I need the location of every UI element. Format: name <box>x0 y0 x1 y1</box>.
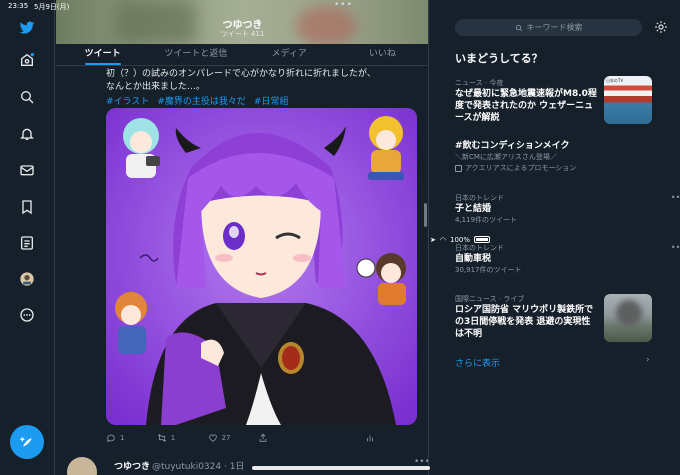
tweet-media-image[interactable] <box>106 108 417 425</box>
profile-tweet-count: ツイート 411 <box>220 30 265 38</box>
notifications-bell-icon[interactable] <box>17 124 37 144</box>
hashtag-link[interactable]: #日常組 <box>254 94 289 107</box>
status-bar: 23:35 5月9日(月) ••• ➤ ◠ 100% <box>0 0 680 244</box>
retweet-count: 1 <box>170 434 176 442</box>
battery-percent: 100% <box>449 235 470 244</box>
profile-tabs: ツイート ツイートと返信 メディア いいね <box>56 44 428 66</box>
twitter-logo-icon[interactable] <box>17 18 37 38</box>
retweet-icon <box>157 434 166 442</box>
tab-tweets[interactable]: ツイート <box>56 44 149 65</box>
profile-timeline: つゆつき ツイート 411 ツイート ツイートと返信 メディア いいね 初（？）… <box>56 0 429 475</box>
home-indicator[interactable] <box>252 466 430 470</box>
next-tweet-handle: @tuyutuki0324 · 1日 <box>152 462 245 472</box>
wifi-icon: ◠ <box>439 235 446 244</box>
battery-icon <box>474 236 490 243</box>
like-count: 27 <box>221 434 231 442</box>
tab-media[interactable]: メディア <box>243 44 336 65</box>
tweet-actions: 1 1 27 <box>106 432 416 444</box>
anime-illustration-image <box>106 108 417 425</box>
tab-tweets-and-replies[interactable]: ツイートと返信 <box>149 44 242 65</box>
tweet-text-line: 初（？）の試みのオンパレードで心がかなり折れに折れましたが、 <box>106 69 376 79</box>
status-right: ➤ ◠ 100% <box>430 2 680 475</box>
reply-count: 1 <box>120 434 125 442</box>
retweet-button[interactable]: 1 <box>157 432 208 444</box>
screen: 23:35 5月9日(月) ••• ➤ ◠ 100% つゆつき ツイート 411… <box>0 0 680 475</box>
heart-icon <box>208 434 217 442</box>
location-icon: ➤ <box>430 235 436 244</box>
hashtag-link[interactable]: #イラスト <box>106 94 149 107</box>
lists-icon[interactable] <box>17 233 37 253</box>
status-date: 5月9日(月) <box>34 3 70 11</box>
sidebar-nav <box>0 0 55 475</box>
more-options-icon[interactable] <box>17 305 37 325</box>
share-icon <box>260 433 267 442</box>
feather-plus-icon <box>20 437 32 447</box>
scrollbar[interactable] <box>424 203 427 227</box>
next-tweet-author: つゆつき <box>114 462 151 472</box>
status-time: 23:35 <box>8 2 29 10</box>
analytics-icon <box>367 435 374 442</box>
home-icon[interactable] <box>17 50 37 70</box>
tweet-text: 初（？）の試みのオンパレードで心がかなり折れに折れましたが、 なんとか出来ました… <box>106 68 426 94</box>
compose-tweet-button[interactable] <box>10 425 44 459</box>
search-icon[interactable] <box>17 87 37 107</box>
tab-likes[interactable]: いいね <box>336 44 428 65</box>
profile-avatar[interactable] <box>17 269 37 289</box>
tweet-hashtags: #イラスト #魔界の主役は我々だ #日常組 <box>106 94 288 107</box>
hashtag-link[interactable]: #魔界の主役は我々だ <box>157 94 246 107</box>
like-button[interactable]: 27 <box>208 432 259 444</box>
avatar[interactable] <box>67 457 97 475</box>
bookmarks-icon[interactable] <box>17 197 37 217</box>
tweet-text-line: なんとか出来ました…。 <box>106 82 206 92</box>
analytics-button[interactable] <box>365 432 416 444</box>
multitasking-dots-icon[interactable]: ••• <box>334 0 353 10</box>
messages-mail-icon[interactable] <box>17 160 37 180</box>
reply-button[interactable]: 1 <box>106 432 157 444</box>
share-button[interactable] <box>258 432 309 444</box>
reply-icon <box>107 434 115 443</box>
